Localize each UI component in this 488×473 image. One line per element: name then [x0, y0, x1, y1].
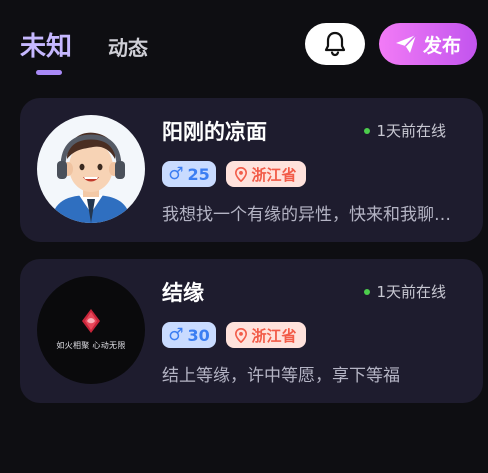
notification-button[interactable]	[305, 23, 365, 65]
user-name: 结缘	[162, 281, 204, 305]
location-pin-icon	[235, 327, 248, 343]
location-text: 浙江省	[251, 326, 297, 345]
online-dot-icon	[364, 127, 371, 134]
location-text: 浙江省	[251, 165, 297, 184]
age-value: 30	[187, 325, 210, 345]
active-tab-indicator	[36, 70, 62, 75]
age-value: 25	[187, 164, 210, 184]
location-badge: 浙江省	[226, 322, 306, 348]
publish-label: 发布	[422, 34, 461, 57]
user-card[interactable]: 阳刚的凉面 1天前在线 ♂ 25 浙江省 我想找一个有缘的异性，快来和我聊天吧	[20, 98, 483, 242]
publish-button[interactable]: 发布	[379, 23, 477, 65]
bell-icon	[324, 31, 346, 57]
logo-icon	[82, 309, 100, 333]
age-badge: ♂ 30	[162, 322, 216, 348]
male-icon: ♂	[168, 325, 184, 345]
user-card[interactable]: 如火相聚 心动无限 结缘 1天前在线 ♂ 30 浙江省 结上等缘，许中等愿，享下…	[20, 259, 483, 403]
avatar[interactable]: 如火相聚 心动无限	[37, 276, 145, 384]
cartoon-avatar-image	[51, 132, 131, 223]
online-status-text: 1天前在线	[376, 283, 446, 301]
online-status: 1天前在线	[364, 281, 446, 302]
location-badge: 浙江省	[226, 161, 306, 187]
online-status: 1天前在线	[364, 120, 446, 141]
avatar[interactable]	[37, 115, 145, 223]
signature-text: 结上等缘，许中等愿，享下等福	[162, 366, 400, 386]
signature-text: 我想找一个有缘的异性，快来和我聊天吧	[162, 205, 452, 225]
send-icon	[395, 34, 417, 53]
location-pin-icon	[235, 166, 248, 182]
user-name: 阳刚的凉面	[162, 120, 267, 144]
online-status-text: 1天前在线	[376, 122, 446, 140]
logo-text: 如火相聚 心动无限	[56, 341, 126, 350]
online-dot-icon	[364, 288, 371, 295]
male-icon: ♂	[168, 164, 184, 184]
top-header: 未知 动态 发布	[0, 0, 488, 90]
tab-unknown[interactable]: 未知	[20, 26, 72, 63]
tab-moments[interactable]: 动态	[108, 32, 148, 61]
age-badge: ♂ 25	[162, 161, 216, 187]
